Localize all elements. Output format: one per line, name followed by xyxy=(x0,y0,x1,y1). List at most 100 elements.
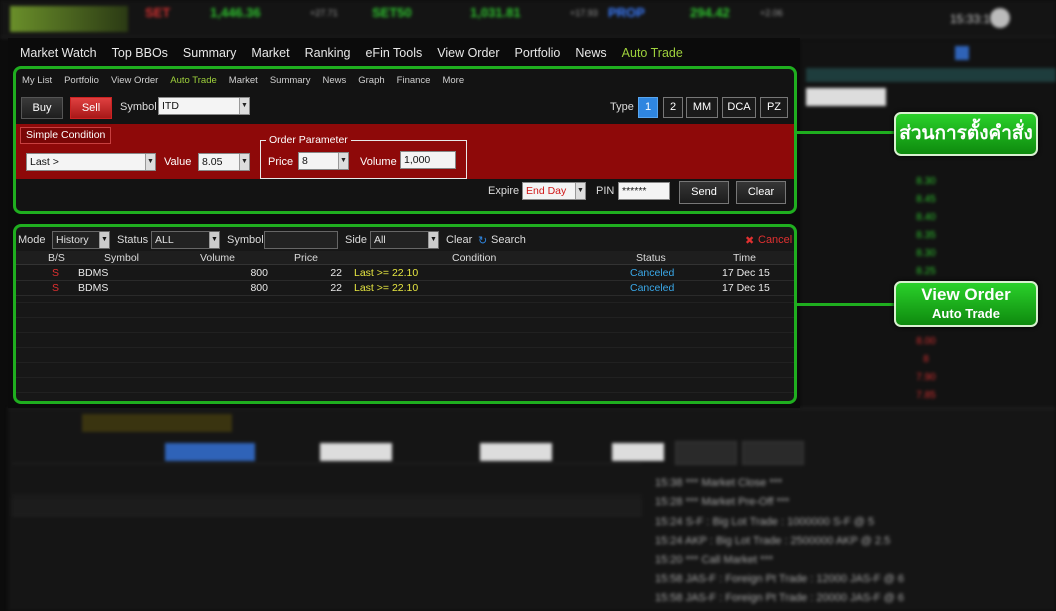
menu-news[interactable]: News xyxy=(575,46,606,60)
menu-summary[interactable]: Summary xyxy=(183,46,236,60)
menu-top-bbos[interactable]: Top BBOs xyxy=(112,46,168,60)
background-ticker: 1,031.81 xyxy=(470,5,521,20)
column-condition: Condition xyxy=(452,252,497,264)
subnav-news[interactable]: News xyxy=(322,75,346,86)
subnav-summary[interactable]: Summary xyxy=(270,75,311,86)
background-price: 7.85 xyxy=(916,390,936,401)
background-panel-header xyxy=(806,68,1056,82)
clear-button[interactable]: Clear xyxy=(736,181,786,204)
mode-select[interactable]: History ▼ xyxy=(52,231,110,249)
cell-status: Canceled xyxy=(630,282,675,294)
condition-zone: Simple Condition Last > ▼ Value 8.05 ▼ O… xyxy=(16,124,794,179)
background-ticker: 1,446.36 xyxy=(210,5,261,20)
symbol-select[interactable]: ITD ▼ xyxy=(158,97,250,115)
expire-select[interactable]: End Day ▼ xyxy=(522,182,586,200)
user-avatar xyxy=(990,8,1010,28)
value-select[interactable]: 8.05 ▼ xyxy=(198,153,250,171)
cell-condition: Last >= 22.10 xyxy=(354,267,419,279)
type-pz-button[interactable]: PZ xyxy=(760,97,788,118)
symbol-filter-input[interactable] xyxy=(264,231,338,249)
background-ticker: +17.93 xyxy=(570,8,598,18)
menu-portfolio[interactable]: Portfolio xyxy=(515,46,561,60)
pin-input[interactable]: ****** xyxy=(618,182,670,200)
menu-market[interactable]: Market xyxy=(251,46,289,60)
filter-clear-link[interactable]: Clear xyxy=(446,234,472,246)
cell-price: 22 xyxy=(330,267,342,279)
background-button xyxy=(742,441,804,465)
status-filter-label: Status xyxy=(117,234,149,246)
background-news-line: 15:20 *** Call Market *** xyxy=(655,554,774,566)
buy-button[interactable]: Buy xyxy=(21,97,63,119)
type-dca-button[interactable]: DCA xyxy=(722,97,756,118)
sell-button[interactable]: Sell xyxy=(70,97,112,119)
menu-auto-trade[interactable]: Auto Trade xyxy=(622,46,683,60)
background-news-line: 15:24 AKP : Big Lot Trade : 2500000 AKP … xyxy=(655,535,891,547)
simple-condition-tab[interactable]: Simple Condition xyxy=(20,127,112,144)
order-setting-callout: ส่วนการตั้งคำสั่ง xyxy=(894,112,1038,156)
cell-symbol: BDMS xyxy=(78,282,109,294)
app-logo xyxy=(10,6,128,32)
send-button[interactable]: Send xyxy=(679,181,729,204)
symbol-label: Symbol xyxy=(120,101,157,113)
background-ticker: 294.42 xyxy=(690,5,730,20)
mode-label: Mode xyxy=(18,234,46,246)
volume-input[interactable]: 1,000 xyxy=(400,151,456,169)
filter-search-link[interactable]: Search xyxy=(491,234,526,246)
main-menu-bar: Market Watch Top BBOs Summary Market Ran… xyxy=(8,38,800,67)
subnav-market[interactable]: Market xyxy=(229,75,258,86)
background-price: 8.00 xyxy=(916,336,936,347)
close-icon: ✖ xyxy=(745,235,755,247)
background-price: 8.40 xyxy=(916,212,936,223)
background-ticker: +2.06 xyxy=(760,8,783,18)
condition-select[interactable]: Last > ▼ xyxy=(26,153,156,171)
subnav-finance[interactable]: Finance xyxy=(397,75,431,86)
price-select[interactable]: 8 ▼ xyxy=(298,152,349,170)
menu-view-order[interactable]: View Order xyxy=(437,46,499,60)
type-mm-button[interactable]: MM xyxy=(686,97,718,118)
callout-connector xyxy=(797,131,894,134)
view-order-panel: Mode History ▼ Status ALL ▼ Symbol Side … xyxy=(13,224,797,404)
side-select[interactable]: All ▼ xyxy=(370,231,439,249)
menu-market-watch[interactable]: Market Watch xyxy=(20,46,97,60)
cell-symbol: BDMS xyxy=(78,267,109,279)
table-row[interactable]: S BDMS 800 22 Last >= 22.10 Canceled 17 … xyxy=(16,281,794,296)
type-2-button[interactable]: 2 xyxy=(663,97,683,118)
order-side-bar: Buy Sell Symbol ITD ▼ Type 1 2 MM DCA PZ xyxy=(16,93,794,121)
subnav-portfolio[interactable]: Portfolio xyxy=(64,75,99,86)
background-ticker: SET50 xyxy=(372,5,412,20)
background-form-row xyxy=(12,498,642,516)
side-label: Side xyxy=(345,234,368,246)
cell-time: 17 Dec 15 xyxy=(722,282,770,294)
subnav-graph[interactable]: Graph xyxy=(358,75,384,86)
mode-value: History xyxy=(56,234,89,246)
background-price: 8.45 xyxy=(916,194,936,205)
chevron-down-icon: ▼ xyxy=(209,232,219,248)
background-account-field xyxy=(82,414,232,432)
menu-efin-tools[interactable]: eFin Tools xyxy=(365,46,422,60)
subnav-view-order[interactable]: View Order xyxy=(111,75,158,86)
value-label: Value xyxy=(164,156,192,168)
subnav-my-list[interactable]: My List xyxy=(22,75,52,86)
app-window: SET 1,446.36 SET50 1,031.81 PROP 294.42 … xyxy=(0,0,1056,611)
status-select[interactable]: ALL ▼ xyxy=(151,231,220,249)
expire-label: Expire xyxy=(488,185,520,197)
value-value: 8.05 xyxy=(202,156,223,168)
subnav-more[interactable]: More xyxy=(442,75,464,86)
subnav-auto-trade[interactable]: Auto Trade xyxy=(170,75,216,86)
expire-value: End Day xyxy=(526,185,567,197)
empty-table-area xyxy=(16,297,794,401)
background-ticker-bar: SET 1,446.36 SET50 1,031.81 PROP 294.42 … xyxy=(0,0,1056,38)
cancel-order-link[interactable]: Cancel xyxy=(758,234,792,246)
menu-ranking[interactable]: Ranking xyxy=(305,46,351,60)
column-symbol: Symbol xyxy=(104,252,140,264)
side-value: All xyxy=(374,234,386,246)
cell-time: 17 Dec 15 xyxy=(722,267,770,279)
column-status: Status xyxy=(636,252,666,264)
type-1-button[interactable]: 1 xyxy=(638,97,658,118)
volume-label: Volume xyxy=(360,156,397,168)
price-label: Price xyxy=(268,156,294,168)
column-bs: B/S xyxy=(48,252,65,264)
type-label: Type xyxy=(610,101,634,113)
table-row[interactable]: S BDMS 800 22 Last >= 22.10 Canceled 17 … xyxy=(16,266,794,281)
callout-connector xyxy=(797,303,894,306)
